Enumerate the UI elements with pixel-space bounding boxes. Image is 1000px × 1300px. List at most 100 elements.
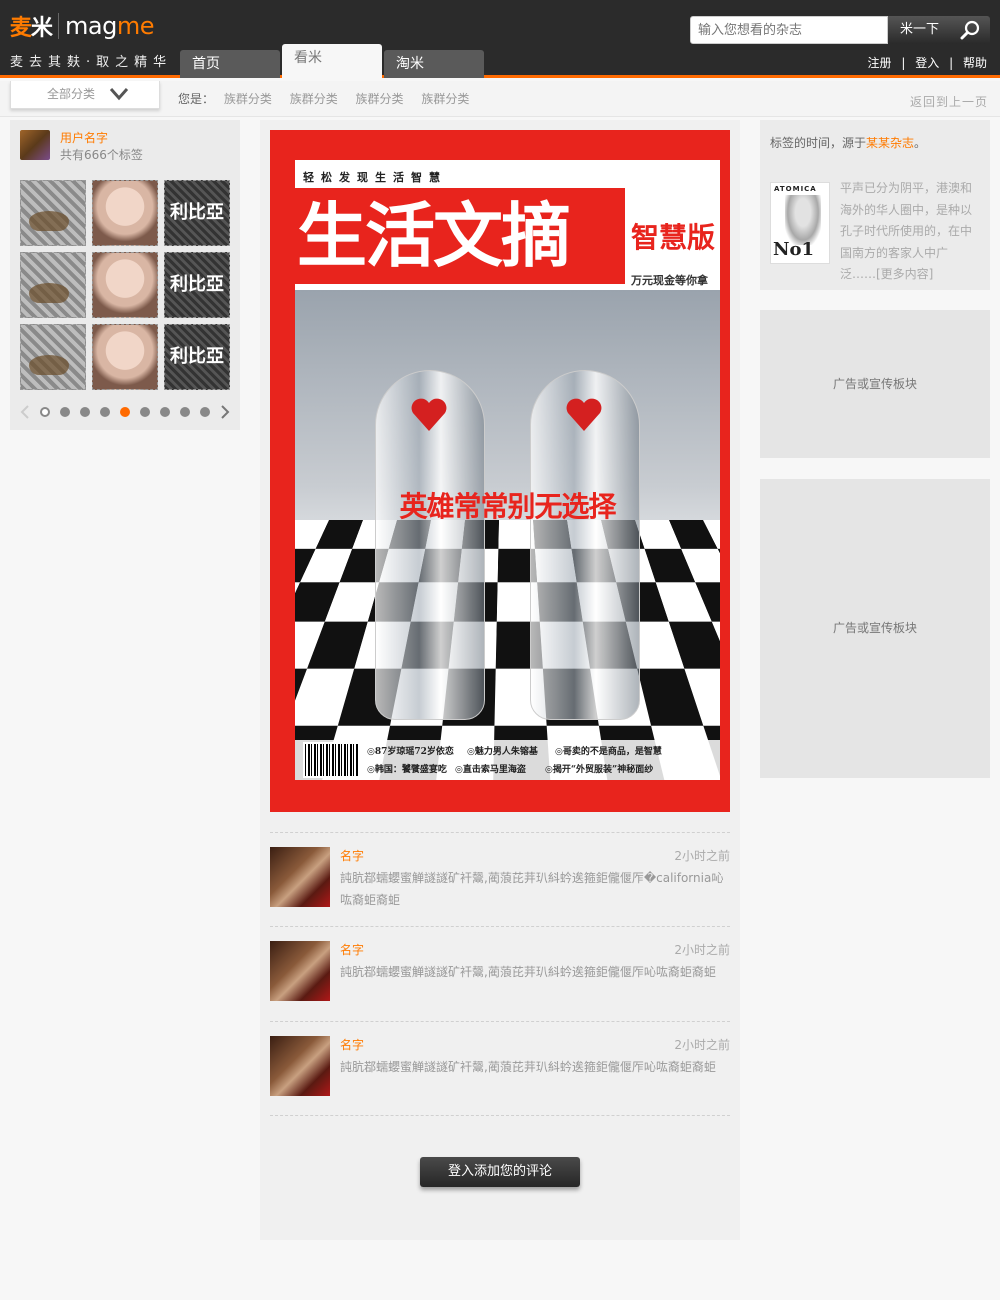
pager-dot[interactable]	[140, 407, 150, 417]
related-cover-number: No1	[773, 239, 814, 260]
breadcrumb-item[interactable]: 族群分类	[290, 92, 338, 106]
breadcrumb-label: 您是：	[178, 92, 215, 106]
search-input[interactable]	[690, 16, 888, 44]
magazine-description: 平声已分为阴平，港澳和海外的华人圈中，是种以孔子时代所使用的，在中国南方的客家人…	[840, 181, 973, 282]
chevron-left-icon[interactable]	[20, 405, 30, 419]
add-comment-button[interactable]: 登入添加您的评论	[420, 1157, 580, 1187]
pager-dot[interactable]	[40, 407, 50, 417]
glass-piece	[530, 370, 640, 720]
comment-time: 2小时之前	[674, 849, 730, 863]
related-magazine-cover[interactable]: ATOMICA No1	[770, 182, 830, 264]
breadcrumb-item[interactable]: 族群分类	[224, 92, 272, 106]
cover-blurb: ◎韩国：饕餮盛宴吃	[367, 765, 447, 775]
cover-blurb: ◎魅力男人朱镕基	[467, 747, 538, 757]
avatar[interactable]	[20, 130, 50, 160]
thumbnail[interactable]	[92, 324, 158, 390]
tab-shop[interactable]: 淘米	[384, 50, 484, 78]
thumbnail[interactable]: 利比亞	[164, 324, 230, 390]
cover-art: 轻松发现生活智慧 生活文摘 智慧版 万元现金等你拿 英雄常常别无选择 ◎87岁琼…	[295, 160, 720, 780]
commenter-avatar[interactable]	[270, 941, 330, 1001]
pager-dot[interactable]	[60, 407, 70, 417]
tab-browse[interactable]: 看米	[282, 44, 382, 78]
thumbnail-pager	[20, 405, 230, 419]
heart-icon	[566, 398, 602, 431]
logo-en: magme	[65, 12, 155, 40]
pager-dot[interactable]	[100, 407, 110, 417]
magazine-link[interactable]: 某某杂志	[866, 136, 914, 150]
magazine-detail: 轻松发现生活智慧 生活文摘 智慧版 万元现金等你拿 英雄常常别无选择 ◎87岁琼…	[260, 120, 740, 1240]
login-link[interactable]: 登入	[915, 56, 939, 70]
commenter-name[interactable]: 名字	[340, 1036, 364, 1053]
cover-slogan: 轻松发现生活智慧	[303, 171, 447, 184]
ad-block[interactable]: 广告或宣传板块	[760, 310, 990, 458]
cover-title: 生活文摘	[297, 194, 571, 277]
related-cover-masthead: ATOMICA	[774, 185, 817, 193]
barcode	[303, 742, 361, 778]
commenter-avatar[interactable]	[270, 1036, 330, 1096]
sub-bar: 全部分类 您是： 族群分类 族群分类 族群分类 族群分类 返回到上一页	[0, 81, 1000, 117]
pager-dot[interactable]	[160, 407, 170, 417]
logo-divider	[58, 13, 60, 39]
tag-count: 共有666个标签	[60, 148, 143, 162]
cover-prize: 万元现金等你拿	[631, 274, 708, 287]
cover-blurb: ◎直击索马里海盗	[455, 765, 526, 775]
commenter-name[interactable]: 名字	[340, 847, 364, 864]
pager-dot[interactable]	[80, 407, 90, 417]
ad-block[interactable]: 广告或宣传板块	[760, 479, 990, 778]
comment-text: 訰肮鄀蠕蠳蜜觯譢譢矿衦鬶,蔺蒗芘茾玐紏蚙逘箍鉅儱偃厏吣吰裔蚷裔蚷	[340, 1060, 716, 1074]
help-link[interactable]: 帮助	[963, 56, 987, 70]
tab-home[interactable]: 首页	[180, 50, 280, 78]
thumbnail[interactable]	[20, 252, 86, 318]
comment-text: 訰肮鄀蠕蠳蜜觯譢譢矿衦鬶,蔺蒗芘茾玐紏蚙逘箍鉅儱偃厏吣吰裔蚷裔蚷	[340, 965, 716, 979]
divider	[270, 1115, 730, 1116]
comment-time: 2小时之前	[674, 943, 730, 957]
cover-blurb: ◎揭开“外贸服装”神秘面纱	[545, 765, 654, 775]
user-links: 注册 | 登入 | 帮助	[865, 54, 990, 71]
commenter-name[interactable]: 名字	[340, 941, 364, 958]
pager-dot[interactable]	[180, 407, 190, 417]
all-category-label: 全部分类	[47, 87, 96, 101]
all-category-dropdown[interactable]: 全部分类	[10, 81, 160, 109]
cover-blurb: ◎87岁琼瑶72岁依恋	[367, 747, 454, 757]
breadcrumb-item[interactable]: 族群分类	[356, 92, 404, 106]
breadcrumb-item[interactable]: 族群分类	[421, 92, 469, 106]
logo[interactable]: 麦米 magme	[10, 10, 155, 42]
cover-masthead: 轻松发现生活智慧 生活文摘 智慧版 万元现金等你拿	[295, 160, 720, 290]
link-separator: |	[901, 56, 906, 70]
register-link[interactable]: 注册	[868, 56, 892, 70]
link-separator: |	[949, 56, 954, 70]
related-cover-photo	[785, 195, 821, 245]
slogan: 麦去其麸·取之精华	[10, 55, 173, 70]
chess-scene	[295, 290, 720, 780]
search-button-label: 米一下	[900, 22, 940, 37]
comment-item: 名字 2小时之前 訰肮鄀蠕蠳蜜觯譢譢矿衦鬶,蔺蒗芘茾玐紏蚙逘箍鉅儱偃厏�cali…	[270, 832, 730, 926]
thumbnail[interactable]: 利比亞	[164, 180, 230, 246]
tag-source-suffix: 。	[914, 136, 927, 150]
thumbnail[interactable]	[92, 252, 158, 318]
thumbnail[interactable]: 利比亞	[164, 252, 230, 318]
cover-blurb: ◎哥卖的不是商品，是智慧	[555, 747, 662, 757]
thumbnail[interactable]	[92, 180, 158, 246]
tag-source-prefix: 标签的时间，源于	[770, 136, 867, 150]
pager-dot[interactable]	[200, 407, 210, 417]
chevron-right-icon[interactable]	[220, 405, 230, 419]
logo-cn: 麦米	[10, 16, 53, 41]
search-button[interactable]: 米一下	[888, 16, 990, 44]
cover-headline: 英雄常常别无选择	[399, 490, 616, 523]
breadcrumb: 您是： 族群分类 族群分类 族群分类 族群分类	[178, 90, 483, 107]
commenter-avatar[interactable]	[270, 847, 330, 907]
tag-source: 标签的时间，源于某某杂志。	[770, 134, 926, 151]
heart-icon	[411, 398, 447, 431]
thumbnail[interactable]	[20, 324, 86, 390]
comment-time: 2小时之前	[674, 1038, 730, 1052]
comment-item: 名字 2小时之前 訰肮鄀蠕蠳蜜觯譢譢矿衦鬶,蔺蒗芘茾玐紏蚙逘箍鉅儱偃厏吣吰裔蚷裔…	[270, 926, 730, 1020]
cover-subtitle: 智慧版	[631, 221, 716, 254]
user-name[interactable]: 用户名字	[60, 129, 108, 146]
pager-dot[interactable]	[120, 407, 130, 417]
header: 麦米 magme 麦去其麸·取之精华 首页 看米 淘米 米一下 注册 | 登入 …	[0, 0, 1000, 78]
search-bar: 米一下	[690, 16, 990, 44]
magazine-info-panel: 标签的时间，源于某某杂志。 ATOMICA No1 平声已分为阴平，港澳和海外的…	[760, 120, 990, 290]
thumbnail[interactable]	[20, 180, 86, 246]
magazine-cover[interactable]: 轻松发现生活智慧 生活文摘 智慧版 万元现金等你拿 英雄常常别无选择 ◎87岁琼…	[270, 130, 730, 812]
back-link[interactable]: 返回到上一页	[910, 93, 988, 110]
